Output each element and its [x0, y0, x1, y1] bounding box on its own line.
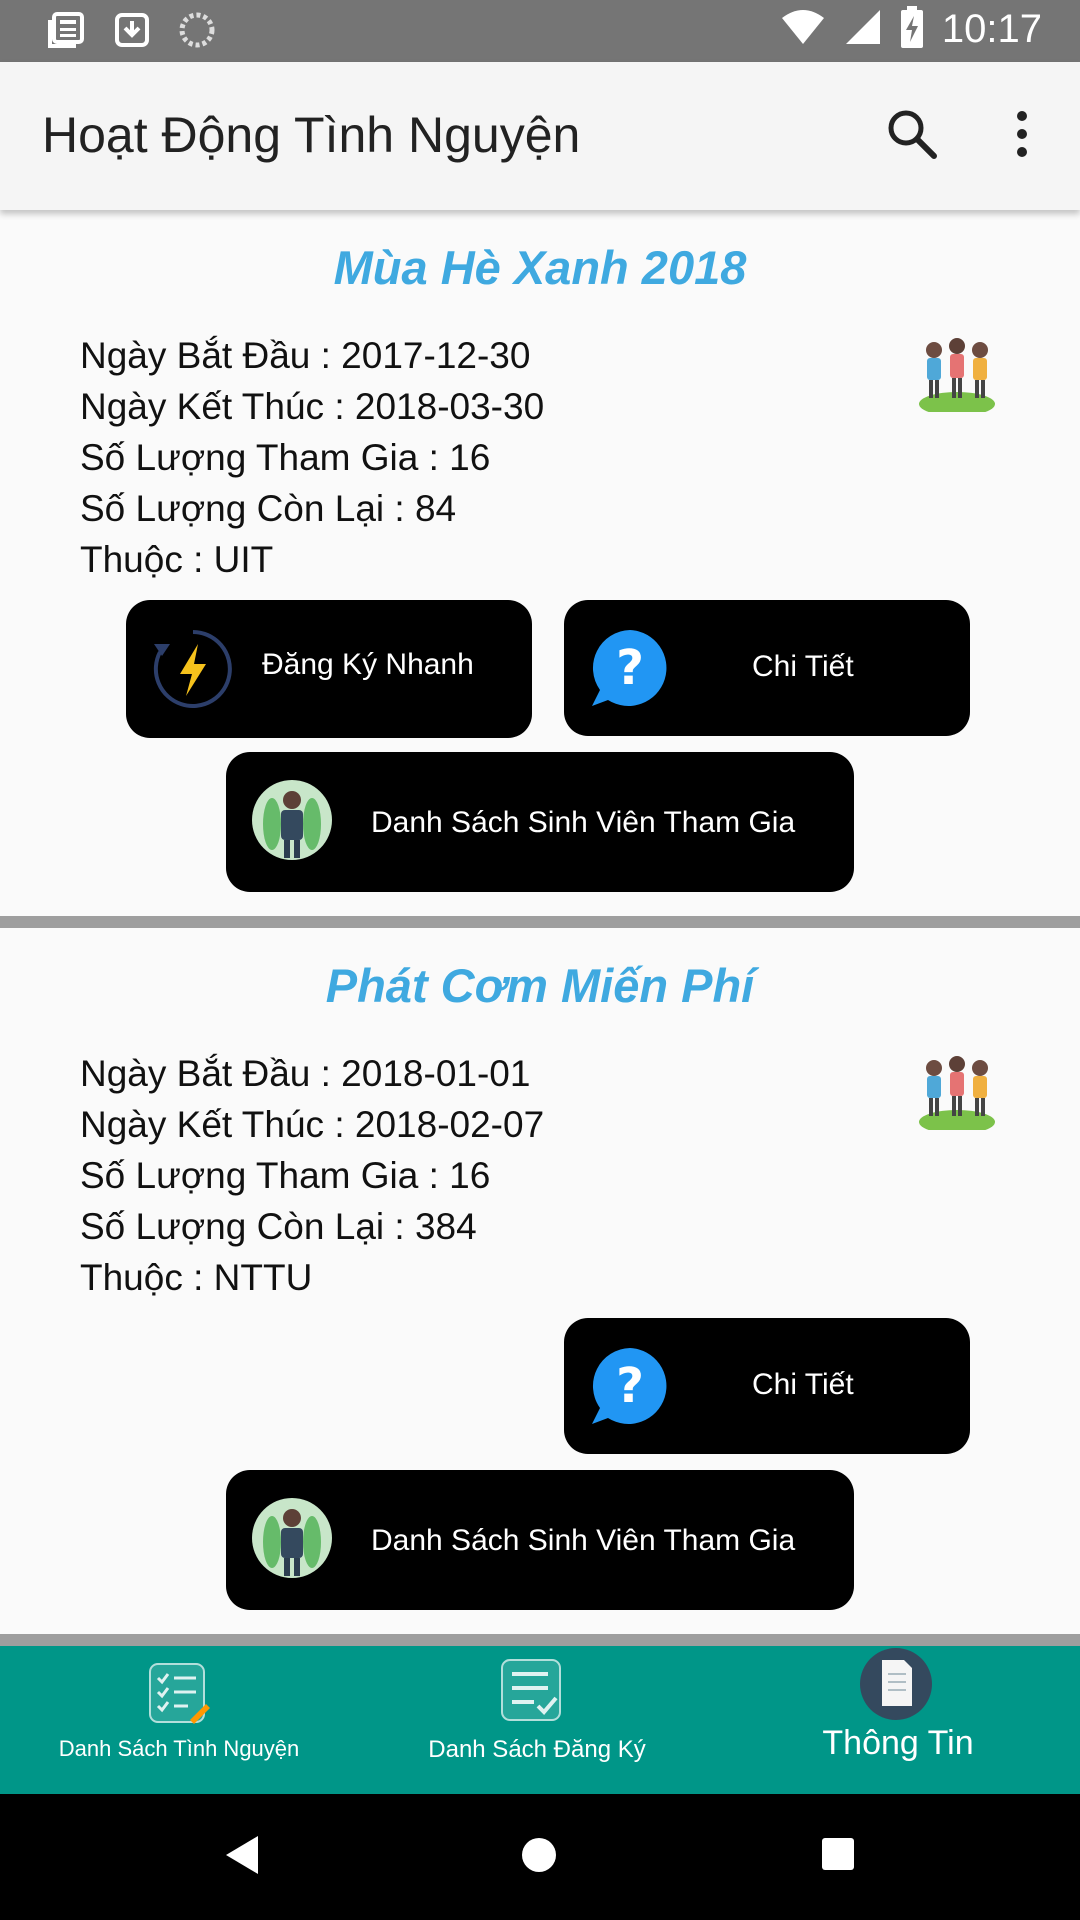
- participants-button[interactable]: Danh Sách Sinh Viên Tham Gia: [226, 1470, 854, 1610]
- remaining-count: Số Lượng Còn Lại : 384: [80, 1206, 477, 1247]
- divider: [0, 916, 1080, 928]
- activity-title: Mùa Hè Xanh 2018: [333, 241, 747, 294]
- nav-label: Danh Sách Tình Nguyện: [58, 1736, 300, 1761]
- participants-button[interactable]: Danh Sách Sinh Viên Tham Gia: [226, 752, 854, 892]
- activity-card: Phát Cơm Miến Phí Ngày Bắt Đầu : 2018-01…: [0, 928, 1080, 1634]
- help-icon: ?: [588, 626, 672, 718]
- home-icon[interactable]: [520, 1836, 558, 1879]
- nav-label: Danh Sách Đăng Ký: [428, 1736, 646, 1763]
- recents-icon[interactable]: [820, 1836, 856, 1877]
- svg-text:?: ?: [616, 640, 644, 696]
- end-date: Ngày Kết Thúc : 2018-02-07: [80, 1104, 545, 1145]
- detail-button[interactable]: ? Chi Tiết: [564, 600, 970, 736]
- battery-charging-icon: [900, 6, 924, 53]
- detail-button[interactable]: ? Chi Tiết: [564, 1318, 970, 1454]
- download-icon: [114, 12, 150, 53]
- back-icon[interactable]: [222, 1834, 260, 1881]
- group-icon: [918, 1052, 996, 1134]
- joined-count: Số Lượng Tham Gia : 16: [80, 1155, 491, 1196]
- detail-label: Chi Tiết: [752, 1368, 854, 1401]
- app-bar: Hoạt Động Tình Nguyện: [0, 62, 1080, 210]
- end-date: Ngày Kết Thúc : 2018-03-30: [80, 386, 545, 427]
- signal-icon: [844, 8, 882, 51]
- remaining-count: Số Lượng Còn Lại : 84: [80, 488, 457, 529]
- start-date: Ngày Bắt Đầu : 2018-01-01: [80, 1053, 531, 1094]
- quick-register-button[interactable]: Đăng Ký Nhanh: [126, 600, 532, 738]
- activity-title: Phát Cơm Miến Phí: [325, 959, 755, 1012]
- detail-label: Chi Tiết: [752, 650, 854, 683]
- document-icon: [858, 1646, 934, 1727]
- participants-icon: [250, 1496, 334, 1588]
- activity-info: Ngày Bắt Đầu : 2017-12-30 Ngày Kết Thúc …: [80, 330, 544, 585]
- participants-label: Danh Sách Sinh Viên Tham Gia: [371, 1524, 796, 1557]
- wifi-icon: [780, 8, 826, 51]
- organization: Thuộc : UIT: [80, 539, 274, 580]
- activity-card: Mùa Hè Xanh 2018 Ngày Bắt Đầu : 2017-12-…: [0, 210, 1080, 916]
- checklist-edit-icon: [146, 1660, 212, 1731]
- organization: Thuộc : NTTU: [80, 1257, 313, 1298]
- checklist-icon: [498, 1656, 566, 1729]
- svg-text:?: ?: [616, 1358, 644, 1414]
- group-icon: [918, 334, 996, 416]
- activity-info: Ngày Bắt Đầu : 2018-01-01 Ngày Kết Thúc …: [80, 1048, 544, 1303]
- start-date: Ngày Bắt Đầu : 2017-12-30: [80, 335, 531, 376]
- news-icon: [46, 10, 86, 55]
- sync-icon: [178, 11, 216, 54]
- participants-icon: [250, 778, 334, 870]
- help-icon: ?: [588, 1344, 672, 1436]
- more-vert-icon[interactable]: [998, 104, 1046, 164]
- quick-register-label: Đăng Ký Nhanh: [262, 648, 474, 681]
- status-bar: 10:17: [0, 0, 1080, 62]
- nav-item-registration-list[interactable]: Danh Sách Đăng Ký: [358, 1646, 716, 1794]
- system-navigation-bar: [0, 1794, 1080, 1920]
- activity-list[interactable]: Mùa Hè Xanh 2018 Ngày Bắt Đầu : 2017-12-…: [0, 210, 1080, 1646]
- divider: [0, 1634, 1080, 1646]
- nav-item-volunteer-list[interactable]: Danh Sách Tình Nguyện: [0, 1646, 358, 1794]
- search-icon[interactable]: [884, 106, 940, 162]
- status-time: 10:17: [941, 7, 1042, 51]
- joined-count: Số Lượng Tham Gia : 16: [80, 437, 491, 478]
- nav-label: Thông Tin: [822, 1724, 974, 1762]
- nav-item-info[interactable]: Thông Tin: [716, 1646, 1080, 1794]
- bottom-navigation: Danh Sách Tình Nguyện Danh Sách Đăng Ký …: [0, 1646, 1080, 1794]
- quick-register-icon: [150, 626, 236, 720]
- participants-label: Danh Sách Sinh Viên Tham Gia: [371, 806, 796, 839]
- page-title: Hoạt Động Tình Nguyện: [42, 107, 581, 163]
